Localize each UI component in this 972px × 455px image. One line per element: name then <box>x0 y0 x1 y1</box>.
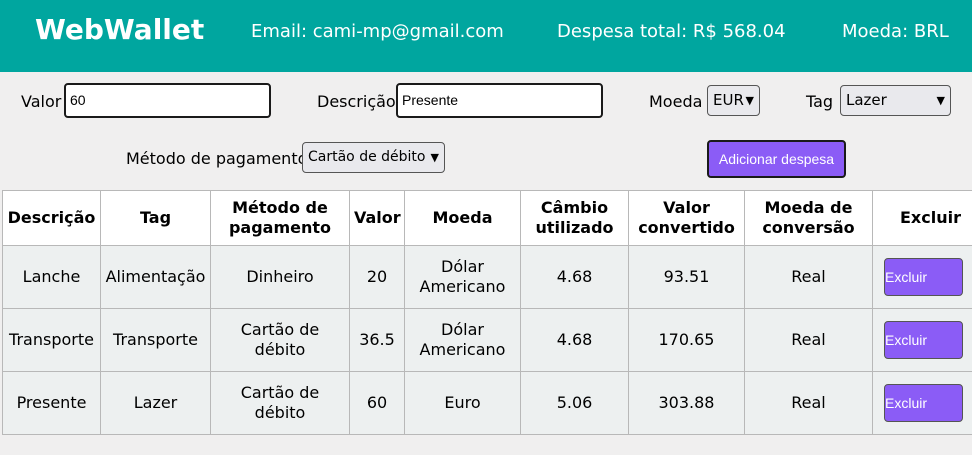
table-row: Transporte Transporte Cartão de débito 3… <box>2 308 972 372</box>
descricao-input[interactable]: Presente <box>396 83 603 118</box>
tag-label: Tag <box>806 92 834 111</box>
header-moeda-conversao: Moeda de conversão <box>744 190 873 246</box>
header-descricao: Descrição <box>2 190 101 246</box>
header-cambio: Câmbio utilizado <box>520 190 629 246</box>
header-metodo: Método de pagamento <box>210 190 350 246</box>
cell-valor-convertido: 303.88 <box>628 371 745 435</box>
table-header-row: Descrição Tag Método de pagamento Valor … <box>2 190 972 246</box>
delete-button[interactable]: Excluir <box>884 258 963 296</box>
chevron-down-icon: ▼ <box>936 94 945 107</box>
cell-tag: Lazer <box>100 371 211 435</box>
cell-tag: Alimentação <box>100 245 211 309</box>
cell-moeda: Euro <box>404 371 521 435</box>
cell-cambio: 5.06 <box>520 371 629 435</box>
cell-metodo: Cartão de débito <box>210 371 350 435</box>
cell-moeda-conversao: Real <box>744 308 873 372</box>
currency-display: Moeda: BRL <box>842 21 949 42</box>
cell-descricao: Lanche <box>2 245 101 309</box>
metodo-select[interactable]: Cartão de débito ▼ <box>302 142 445 173</box>
tag-select[interactable]: Lazer ▼ <box>840 85 951 116</box>
valor-input[interactable]: 60 <box>64 83 271 118</box>
header-excluir: Excluir <box>872 190 972 246</box>
cell-excluir: Excluir <box>872 308 972 372</box>
descricao-label: Descrição <box>317 92 396 111</box>
cell-valor: 60 <box>349 371 405 435</box>
cell-valor-convertido: 170.65 <box>628 308 745 372</box>
moeda-select[interactable]: EUR ▼ <box>707 85 760 116</box>
metodo-selected-value: Cartão de débito <box>308 149 426 165</box>
moeda-selected-value: EUR <box>713 91 744 109</box>
metodo-label: Método de pagamento <box>126 149 308 168</box>
cell-moeda-conversao: Real <box>744 245 873 309</box>
cell-descricao: Presente <box>2 371 101 435</box>
chevron-down-icon: ▼ <box>430 151 439 164</box>
cell-metodo: Dinheiro <box>210 245 350 309</box>
table-row: Presente Lazer Cartão de débito 60 Euro … <box>2 371 972 435</box>
moeda-label: Moeda <box>649 92 703 111</box>
add-expense-button[interactable]: Adicionar despesa <box>707 140 846 178</box>
header-valor: Valor <box>349 190 405 246</box>
table-row: Lanche Alimentação Dinheiro 20 Dólar Ame… <box>2 245 972 309</box>
header: WebWallet Email: cami-mp@gmail.com Despe… <box>0 0 972 72</box>
cell-valor: 36.5 <box>349 308 405 372</box>
header-tag: Tag <box>100 190 211 246</box>
valor-label: Valor <box>21 92 62 111</box>
cell-moeda: Dólar Americano <box>404 245 521 309</box>
cell-valor: 20 <box>349 245 405 309</box>
cell-descricao: Transporte <box>2 308 101 372</box>
tag-selected-value: Lazer <box>846 91 887 109</box>
cell-cambio: 4.68 <box>520 245 629 309</box>
cell-metodo: Cartão de débito <box>210 308 350 372</box>
total-expense: Despesa total: R$ 568.04 <box>557 21 786 42</box>
cell-excluir: Excluir <box>872 245 972 309</box>
user-email: Email: cami-mp@gmail.com <box>251 21 504 42</box>
cell-cambio: 4.68 <box>520 308 629 372</box>
page: WebWallet Email: cami-mp@gmail.com Despe… <box>0 0 972 455</box>
cell-excluir: Excluir <box>872 371 972 435</box>
app-logo: WebWallet <box>35 13 205 46</box>
expenses-table: Descrição Tag Método de pagamento Valor … <box>2 190 972 435</box>
cell-tag: Transporte <box>100 308 211 372</box>
delete-button[interactable]: Excluir <box>884 384 963 422</box>
cell-moeda: Dólar Americano <box>404 308 521 372</box>
cell-valor-convertido: 93.51 <box>628 245 745 309</box>
header-valor-convertido: Valor convertido <box>628 190 745 246</box>
cell-moeda-conversao: Real <box>744 371 873 435</box>
header-moeda: Moeda <box>404 190 521 246</box>
chevron-down-icon: ▼ <box>745 94 754 107</box>
delete-button[interactable]: Excluir <box>884 321 963 359</box>
